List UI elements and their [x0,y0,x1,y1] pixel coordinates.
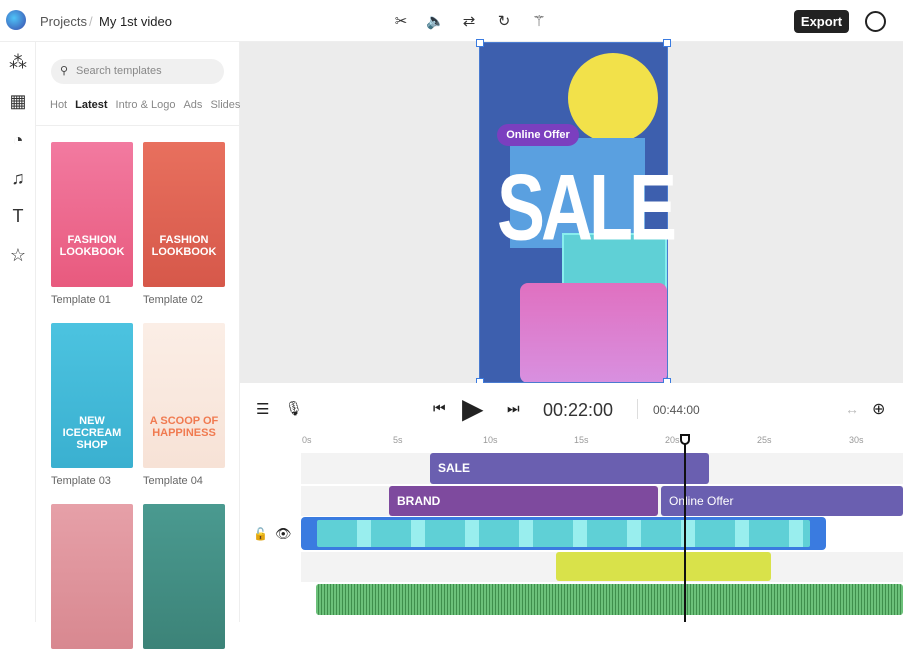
template-card[interactable]: FASHION LOOKBOOK [143,142,225,287]
audio-clip[interactable] [316,584,903,615]
online-offer-badge: Online Offer [497,124,579,146]
sale-headline: SALE [497,156,677,261]
playhead-handle[interactable] [680,434,690,445]
breadcrumb-separator: / [89,14,93,29]
sticker-icon[interactable]: ◔ [6,130,30,151]
project-name[interactable]: My 1st video [99,14,172,29]
divider [36,125,240,126]
search-placeholder: Search templates [76,65,162,77]
template-card[interactable] [143,504,225,649]
templates-panel: ⚲ Search templates Hot Latest Intro & Logo A… [36,42,240,649]
resize-handle[interactable] [476,39,484,47]
play-icon[interactable]: ▶ [462,392,484,425]
template-card[interactable]: FASHION LOOKBOOK [51,142,133,287]
template-label: Template 04 [143,475,203,487]
swap-icon[interactable]: ⇄ [460,12,478,30]
resize-handle[interactable] [663,39,671,47]
sale-clip[interactable]: SALE [430,453,709,484]
scissors-icon[interactable]: ✂ [392,12,410,30]
smiley-sticker [568,53,658,143]
microphone-icon[interactable]: 🎙 [285,400,303,417]
template-label: Template 01 [51,294,111,306]
search-icon: ⚲ [60,65,69,77]
music-icon[interactable]: ♫ [6,168,30,189]
elements-icon[interactable]: ⁂ [6,52,30,73]
template-card[interactable]: A SCOOP OF HAPPINESS [143,323,225,468]
ruler-tick: 20s [665,435,680,445]
skip-back-icon[interactable]: ⏮ [433,400,446,417]
zoom-in-icon[interactable]: ⊕ [872,399,885,419]
template-card[interactable]: NEW ICECREAM SHOP [51,323,133,468]
tab-ads[interactable]: Ads [183,99,202,111]
template-card[interactable] [51,504,133,649]
video-clip[interactable] [301,517,826,550]
top-bar: Projects / My 1st video ✂ 🔈 ⇄ ↻ ⚚ Export [0,0,903,42]
eye-icon[interactable]: 👁 [275,526,292,542]
media-icon[interactable]: ▦ [6,91,30,112]
template-title: FASHION LOOKBOOK [59,234,125,258]
tool-rail: ⁂ ▦ ◔ ♫ T ☆ [0,42,36,622]
fit-width-icon[interactable]: ↔ [845,401,859,417]
star-icon[interactable]: ☆ [6,245,30,266]
ruler-tick: 0s [302,435,312,445]
tab-slides[interactable]: Slides [210,99,240,111]
volume-icon[interactable]: 🔈 [426,12,445,30]
ruler-tick: 30s [849,435,864,445]
breadcrumb-projects[interactable]: Projects [40,14,87,29]
category-tabs: Hot Latest Intro & Logo Ads Slides [50,99,240,111]
brand-clip[interactable]: BRAND [389,486,658,516]
headphones-photo [520,283,667,382]
template-label: Template 02 [143,294,203,306]
align-icon[interactable]: ☰ [256,400,269,418]
text-icon[interactable]: T [6,206,30,227]
app-logo[interactable] [6,10,26,30]
export-button[interactable]: Export [794,10,849,33]
ruler-tick: 10s [483,435,498,445]
template-title: FASHION LOOKBOOK [151,234,217,258]
divider [637,399,638,419]
online-offer-clip[interactable]: Online Offer [661,486,903,516]
tab-latest[interactable]: Latest [75,99,107,111]
template-title: NEW ICECREAM SHOP [62,415,122,451]
tab-hot[interactable]: Hot [50,99,67,111]
search-input[interactable]: ⚲ Search templates [51,59,224,84]
tab-intro-logo[interactable]: Intro & Logo [116,99,176,111]
playhead[interactable] [684,442,686,622]
template-label: Template 03 [51,475,111,487]
total-time: 00:44:00 [653,403,700,417]
ruler-tick: 25s [757,435,772,445]
lock-icon[interactable]: 🔓 [253,527,268,541]
ruler-tick: 5s [393,435,403,445]
sticker-clip[interactable] [556,552,771,581]
magic-wand-icon[interactable]: ⚚ [530,12,548,30]
skip-forward-icon[interactable]: ⏭ [507,400,520,417]
template-title: A SCOOP OF HAPPINESS [149,415,219,439]
user-avatar-icon[interactable] [865,11,886,32]
rotate-icon[interactable]: ↻ [495,12,513,30]
ruler-tick: 15s [574,435,589,445]
current-time: 00:22:00 [543,400,614,420]
